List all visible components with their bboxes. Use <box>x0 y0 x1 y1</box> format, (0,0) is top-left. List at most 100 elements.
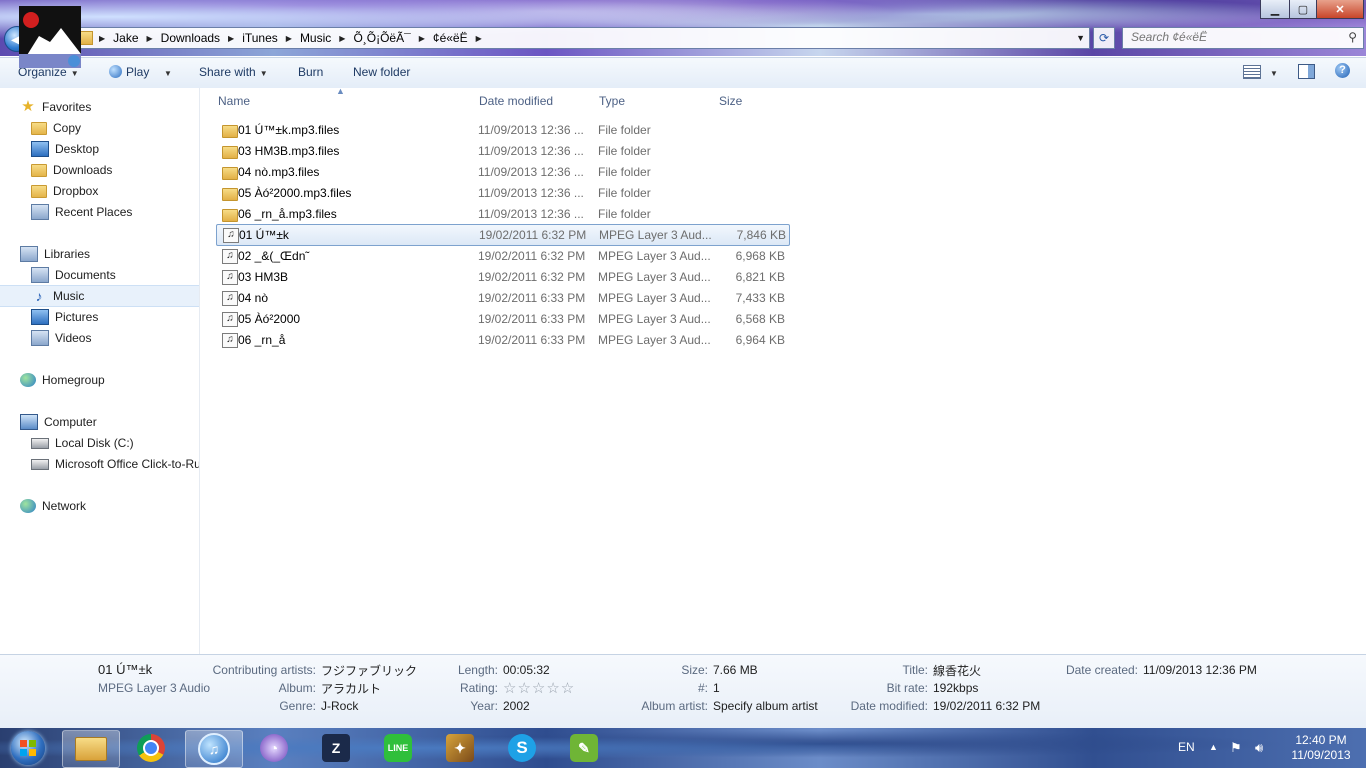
change-view-button[interactable] <box>1243 65 1261 79</box>
address-bar[interactable]: ▶ Jake ▶ Downloads ▶ iTunes ▶ Music ▶ Õ¸… <box>72 27 1090 49</box>
file-name: 05 Àó²2000 <box>238 312 301 326</box>
chevron-right-icon[interactable]: ▶ <box>284 34 294 43</box>
help-button[interactable]: ? <box>1335 63 1350 78</box>
file-row[interactable]: ♫ 03 HM3B 19/02/2011 6:32 PM MPEG Layer … <box>216 267 788 287</box>
value-year[interactable]: 2002 <box>503 699 530 713</box>
burn-button[interactable]: Burn <box>298 65 323 79</box>
file-row-selected[interactable]: ♫ 01 Ú™±k 19/02/2011 6:32 PM MPEG Layer … <box>216 224 790 246</box>
search-icon[interactable]: ⚲ <box>1348 30 1357 44</box>
nav-libraries-documents[interactable]: Documents <box>0 265 199 285</box>
file-name: 06 _rn_å.mp3.files <box>238 207 337 221</box>
nav-libraries[interactable]: Libraries <box>0 244 199 264</box>
column-header-type[interactable]: Type <box>599 94 625 108</box>
nav-label: Favorites <box>42 100 92 114</box>
nav-favorites[interactable]: ★ Favorites <box>0 97 199 117</box>
action-center-icon[interactable]: ⚑ <box>1230 740 1242 756</box>
file-row[interactable]: 06 _rn_å.mp3.files 11/09/2013 12:36 ... … <box>216 204 788 224</box>
file-row[interactable]: ♫ 05 Àó²2000 19/02/2011 6:33 PM MPEG Lay… <box>216 309 788 329</box>
file-row[interactable]: 01 Ú™±k.mp3.files 11/09/2013 12:36 ... F… <box>216 120 788 140</box>
close-button[interactable]: ✕ <box>1316 0 1364 19</box>
nav-favorites-desktop[interactable]: Desktop <box>0 139 199 159</box>
breadcrumb-downloads[interactable]: Downloads <box>155 31 226 45</box>
nav-network[interactable]: Network <box>0 496 199 516</box>
preview-pane-button[interactable] <box>1298 64 1315 79</box>
taskbar-skype[interactable]: S <box>494 730 550 766</box>
value-album[interactable]: アラカルト <box>321 680 381 697</box>
taskbar-satellite-app[interactable]: ✦ <box>432 730 488 766</box>
nav-label: Computer <box>44 415 97 429</box>
chevron-right-icon[interactable]: ▶ <box>417 34 427 43</box>
taskbar-line[interactable]: LINE <box>370 730 426 766</box>
value-album-artist[interactable]: Specify album artist <box>713 699 818 713</box>
nav-favorites-downloads[interactable]: Downloads <box>0 160 199 180</box>
share-with-button[interactable]: Share with ▼ <box>199 65 268 79</box>
audio-file-icon: ♫ <box>223 228 239 243</box>
nav-libraries-pictures[interactable]: Pictures <box>0 307 199 327</box>
audio-file-icon: ♫ <box>222 270 238 285</box>
play-options-dropdown[interactable]: ▼ <box>160 65 172 79</box>
file-size: 6,821 KB <box>735 270 785 284</box>
search-box[interactable]: ⚲ <box>1122 27 1364 49</box>
breadcrumb-itunes[interactable]: iTunes <box>236 31 284 45</box>
nav-favorites-copy[interactable]: Copy <box>0 118 199 138</box>
volume-icon[interactable]: 🔊︎ <box>1255 740 1263 756</box>
nav-favorites-recent-places[interactable]: Recent Places <box>0 202 199 222</box>
nav-favorites-dropbox[interactable]: Dropbox <box>0 181 199 201</box>
value-track-number[interactable]: 1 <box>713 681 720 695</box>
chevron-right-icon[interactable]: ▶ <box>226 34 236 43</box>
rating-stars[interactable]: ☆☆☆☆☆ <box>503 679 575 697</box>
language-indicator[interactable]: EN <box>1178 740 1195 754</box>
show-hidden-icons-button[interactable]: ▲ <box>1209 742 1218 752</box>
file-row[interactable]: 03 HM3B.mp3.files 11/09/2013 12:36 ... F… <box>216 141 788 161</box>
nav-libraries-music[interactable]: ♪ Music <box>0 285 199 307</box>
system-clock[interactable]: 12:40 PM 11/09/2013 <box>1278 733 1364 763</box>
file-row[interactable]: ♫ 02 _&(_Œdn˜ 19/02/2011 6:32 PM MPEG La… <box>216 246 788 266</box>
taskbar-bittorrent[interactable]: ◔ <box>246 730 302 766</box>
nav-homegroup[interactable]: Homegroup <box>0 370 199 390</box>
new-folder-button[interactable]: New folder <box>353 65 410 79</box>
taskbar-chrome[interactable] <box>123 730 179 766</box>
breadcrumb-music[interactable]: Music <box>294 31 337 45</box>
chevron-right-icon[interactable]: ▶ <box>145 34 155 43</box>
taskbar-explorer[interactable] <box>62 730 120 768</box>
taskbar-evernote[interactable]: ✎ <box>556 730 612 766</box>
file-name: 01 Ú™±k <box>239 228 289 242</box>
view-options-dropdown[interactable]: ▼ <box>1266 65 1278 79</box>
column-header-size[interactable]: Size <box>719 94 742 108</box>
file-row[interactable]: ♫ 06 _rn_å 19/02/2011 6:33 PM MPEG Layer… <box>216 330 788 350</box>
nav-computer-office[interactable]: Microsoft Office Click-to-Ru <box>0 454 199 474</box>
value-contributing-artists[interactable]: フジファブリック <box>321 662 417 679</box>
column-header-date[interactable]: Date modified <box>479 94 553 108</box>
file-row[interactable]: 04 nò.mp3.files 11/09/2013 12:36 ... Fil… <box>216 162 788 182</box>
start-button[interactable] <box>2 729 54 767</box>
refresh-button[interactable]: ⟳ <box>1093 27 1115 49</box>
dropbox-folder-icon <box>31 184 47 198</box>
chevron-right-icon[interactable]: ▶ <box>474 34 484 43</box>
value-title[interactable]: 線香花火 <box>933 662 981 679</box>
file-row[interactable]: ♫ 04 nò 19/02/2011 6:33 PM MPEG Layer 3 … <box>216 288 788 308</box>
nav-label: Documents <box>55 268 116 282</box>
chevron-right-icon[interactable]: ▶ <box>337 34 347 43</box>
column-header-name[interactable]: Name <box>218 94 250 108</box>
play-button[interactable]: Play <box>109 65 149 79</box>
breadcrumb-artist[interactable]: Õ¸Õ¡ÕëÃ¯ <box>347 31 416 45</box>
label-album-artist: Album artist: <box>641 699 708 713</box>
file-date: 19/02/2011 6:33 PM <box>478 333 586 347</box>
value-genre[interactable]: J-Rock <box>321 699 358 713</box>
nav-libraries-videos[interactable]: Videos <box>0 328 199 348</box>
maximize-button[interactable]: ▢ <box>1289 0 1317 19</box>
nav-computer[interactable]: Computer <box>0 412 199 432</box>
nav-computer-local-disk[interactable]: Local Disk (C:) <box>0 433 199 453</box>
address-history-dropdown[interactable]: ▼ <box>1076 33 1085 43</box>
chevron-right-icon: ▶ <box>99 33 106 43</box>
search-input[interactable] <box>1123 28 1341 46</box>
breadcrumb-jake[interactable]: Jake <box>107 31 144 45</box>
network-icon <box>20 499 36 513</box>
taskbar-itunes[interactable]: ♫ <box>185 730 243 768</box>
minimize-button[interactable]: ▁ <box>1260 0 1290 19</box>
taskbar-app-unknown[interactable]: Z <box>308 730 364 766</box>
breadcrumb-album[interactable]: ¢é«ëË <box>427 31 474 45</box>
windows-flag-icon <box>20 740 36 756</box>
file-row[interactable]: 05 Àó²2000.mp3.files 11/09/2013 12:36 ..… <box>216 183 788 203</box>
album-art-thumbnail <box>19 6 81 68</box>
